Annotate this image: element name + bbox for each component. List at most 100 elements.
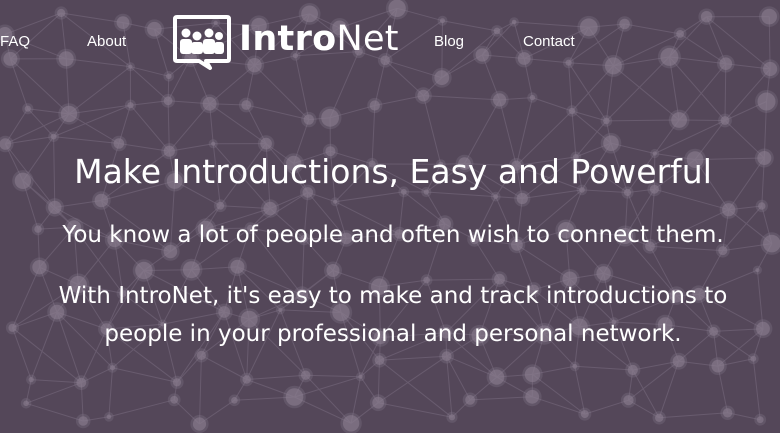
logo-wordmark: IntroNet bbox=[239, 18, 399, 59]
network-node bbox=[448, 414, 456, 421]
network-node bbox=[321, 108, 339, 127]
network-node bbox=[241, 100, 252, 110]
network-node bbox=[78, 416, 88, 426]
network-line bbox=[31, 379, 82, 384]
network-line bbox=[246, 104, 309, 121]
network-line bbox=[335, 191, 404, 203]
network-line bbox=[379, 359, 453, 418]
network-line bbox=[25, 402, 84, 422]
network-node bbox=[757, 92, 776, 111]
network-node bbox=[358, 374, 363, 379]
network-node bbox=[285, 388, 304, 406]
network-node bbox=[163, 96, 173, 106]
network-node bbox=[627, 364, 638, 376]
network-node bbox=[113, 138, 125, 149]
logo-wordmark-intro: Intro bbox=[239, 18, 337, 59]
network-node bbox=[524, 366, 541, 383]
network-node bbox=[0, 138, 12, 150]
hero-tagline: You know a lot of people and often wish … bbox=[62, 222, 724, 248]
intronet-logo[interactable]: IntroNet bbox=[172, 14, 399, 70]
network-line bbox=[423, 95, 500, 101]
network-line bbox=[574, 365, 633, 371]
network-node bbox=[465, 395, 475, 405]
network-node bbox=[489, 369, 505, 385]
network-line bbox=[752, 358, 761, 420]
network-node bbox=[94, 193, 109, 208]
network-node bbox=[374, 355, 385, 366]
network-node bbox=[525, 389, 540, 404]
network-node bbox=[326, 264, 340, 277]
network-node bbox=[672, 355, 685, 368]
network-node bbox=[369, 100, 380, 111]
network-node bbox=[580, 410, 589, 419]
network-line bbox=[246, 374, 306, 380]
network-line bbox=[25, 382, 82, 404]
network-node bbox=[242, 375, 251, 384]
network-node bbox=[60, 105, 78, 123]
network-line bbox=[209, 103, 267, 145]
network-line bbox=[130, 104, 170, 152]
network-node bbox=[756, 416, 764, 424]
network-node bbox=[655, 413, 664, 422]
network-node bbox=[170, 395, 179, 404]
network-node bbox=[603, 135, 619, 151]
network-line bbox=[654, 120, 726, 154]
network-line bbox=[574, 366, 586, 415]
network-node bbox=[260, 137, 272, 150]
network-line bbox=[378, 402, 453, 418]
network-node bbox=[50, 133, 57, 140]
network-node bbox=[603, 117, 610, 125]
network-node bbox=[216, 201, 225, 210]
network-node bbox=[109, 365, 116, 371]
network-line bbox=[305, 374, 361, 378]
nav-link-blog[interactable]: Blog bbox=[434, 33, 464, 50]
network-node bbox=[263, 201, 277, 216]
network-line bbox=[379, 355, 447, 361]
network-node bbox=[192, 417, 207, 431]
nav-link-about[interactable]: About bbox=[87, 33, 126, 50]
network-node bbox=[24, 105, 31, 112]
network-node bbox=[182, 261, 200, 279]
network-line bbox=[659, 412, 728, 419]
network-node bbox=[671, 112, 687, 128]
network-node bbox=[106, 414, 112, 420]
network-node bbox=[333, 199, 338, 204]
network-node bbox=[722, 203, 736, 217]
network-line bbox=[571, 110, 577, 157]
network-node bbox=[758, 202, 766, 210]
network-node bbox=[342, 415, 360, 432]
network-line bbox=[426, 191, 496, 198]
hero-headline: Make Introductions, Easy and Powerful bbox=[74, 152, 712, 191]
network-node bbox=[76, 377, 87, 388]
network-node bbox=[493, 194, 499, 200]
network-node bbox=[722, 408, 733, 418]
network-node bbox=[417, 89, 430, 102]
network-node bbox=[711, 359, 725, 373]
people-speech-bubble-icon bbox=[173, 15, 231, 70]
network-node bbox=[529, 94, 536, 101]
network-node bbox=[202, 96, 217, 111]
nav-link-faq[interactable]: FAQ bbox=[0, 33, 30, 50]
network-node bbox=[372, 396, 385, 409]
network-node bbox=[127, 102, 134, 109]
network-line bbox=[108, 399, 175, 418]
network-node bbox=[172, 378, 182, 387]
network-node bbox=[48, 200, 62, 215]
hero-description-line-1: With IntroNet, it's easy to make and tra… bbox=[58, 283, 728, 309]
network-node bbox=[231, 397, 238, 404]
hero-description: With IntroNet, it's easy to make and tra… bbox=[0, 277, 780, 353]
network-line bbox=[606, 119, 680, 122]
network-line bbox=[108, 367, 113, 417]
network-node bbox=[32, 260, 47, 275]
network-node bbox=[301, 370, 311, 380]
network-line bbox=[199, 355, 202, 425]
nav-link-contact[interactable]: Contact bbox=[523, 33, 575, 50]
network-node bbox=[23, 400, 29, 407]
network-line bbox=[377, 355, 447, 404]
network-node bbox=[750, 355, 757, 362]
network-node bbox=[720, 116, 730, 125]
network-line bbox=[658, 361, 680, 418]
network-line bbox=[532, 97, 573, 112]
network-node bbox=[28, 377, 34, 383]
network-node bbox=[623, 395, 634, 406]
